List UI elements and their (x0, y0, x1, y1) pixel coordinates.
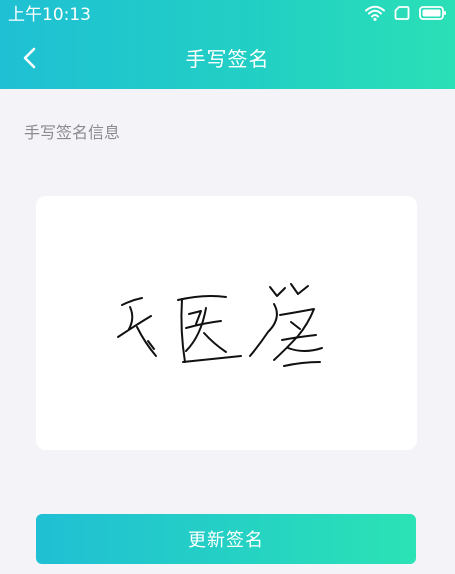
signature-card (36, 196, 417, 450)
battery-icon (419, 5, 447, 25)
sim-card-icon (394, 5, 410, 25)
page-title: 手写签名 (185, 47, 270, 71)
status-icons (365, 5, 447, 25)
app-header: 上午10:13 手写签名 (0, 0, 455, 89)
status-bar: 上午10:13 (0, 0, 455, 30)
update-signature-button[interactable]: 更新签名 (36, 514, 416, 564)
wifi-icon (365, 5, 385, 25)
signature-info-label: 手写签名信息 (24, 123, 121, 142)
status-time: 上午10:13 (8, 5, 91, 25)
nav-bar: 手写签名 (0, 30, 455, 89)
signature-image (117, 283, 323, 367)
